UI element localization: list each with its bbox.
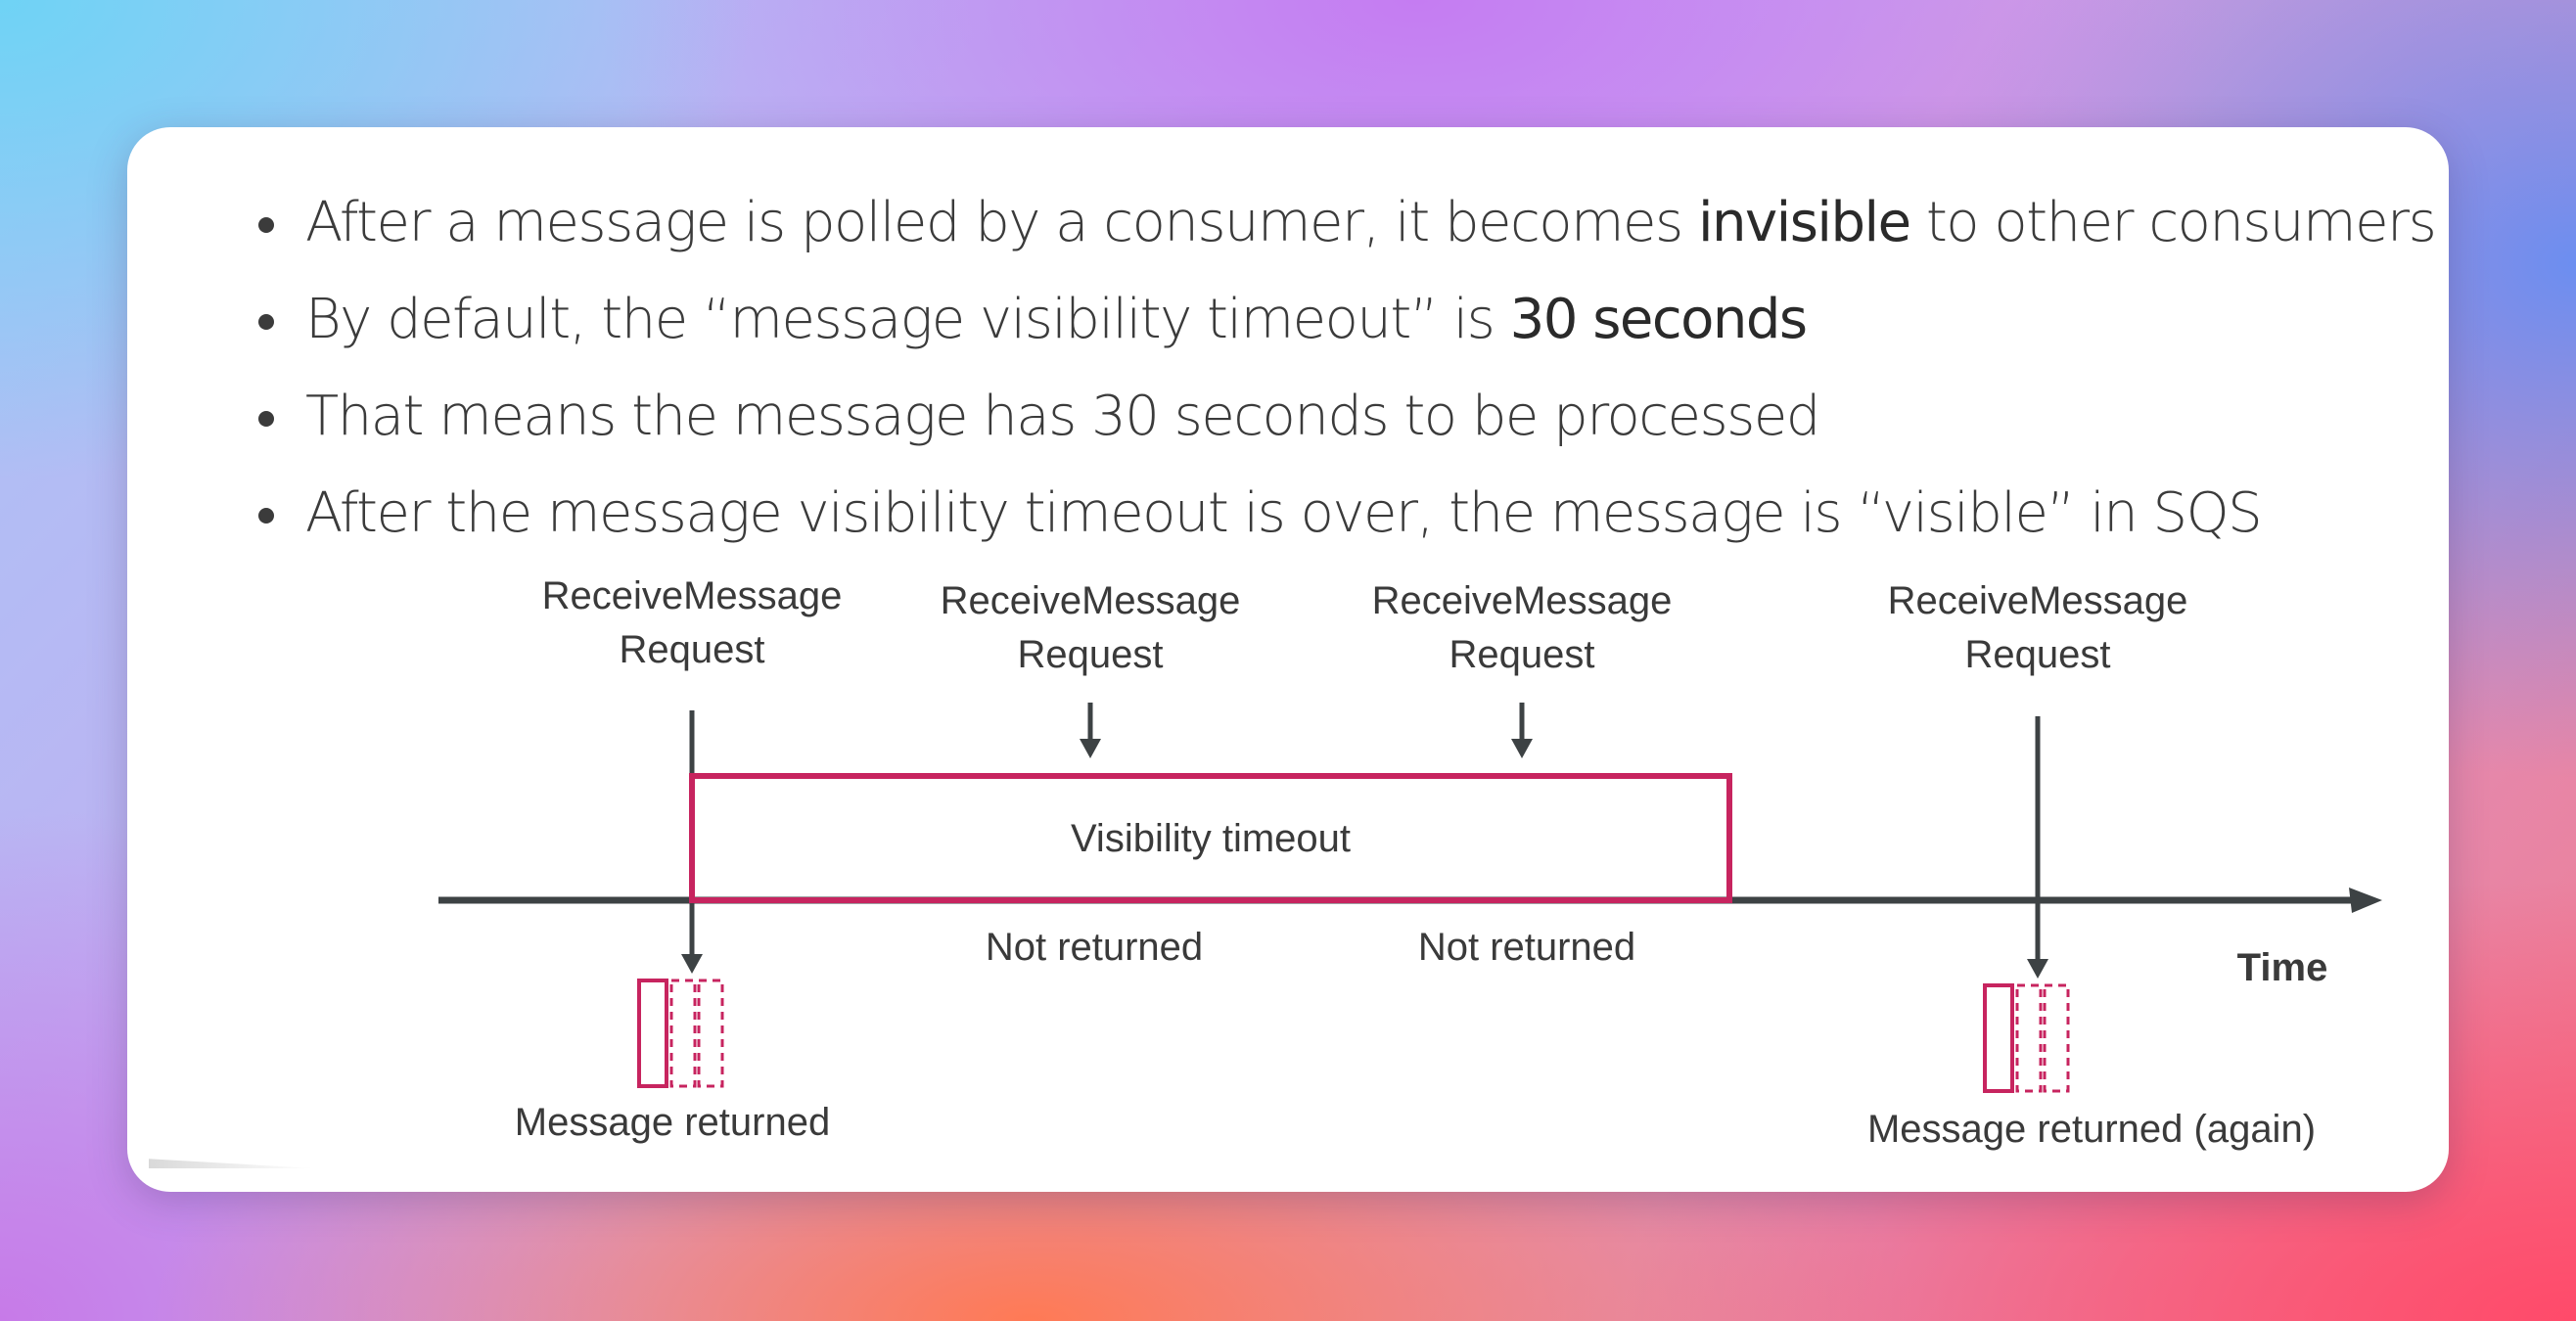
request-label: ReceiveMessage (1888, 579, 2188, 622)
request-label: Request (1018, 633, 1164, 676)
request-label: Request (620, 628, 765, 671)
slide-card: After a message is polled by a consumer,… (127, 127, 2449, 1192)
arrow-head-icon (1511, 739, 1533, 758)
request-label: ReceiveMessage (941, 579, 1241, 622)
message-queue-icon (1983, 983, 2070, 1093)
message-returned-again-label: Message returned (again) (1867, 1108, 2316, 1151)
request-label: Request (1965, 633, 2111, 676)
request-label: ReceiveMessage (1372, 579, 1673, 622)
time-axis-label: Time (2237, 946, 2328, 989)
axis-arrow-icon (2349, 888, 2382, 913)
message-queue-icon (637, 979, 724, 1088)
arrow-head-icon (681, 954, 703, 974)
request-label: ReceiveMessage (542, 574, 843, 617)
request-label: Request (1449, 633, 1595, 676)
arrow-head-icon (2027, 959, 2048, 979)
message-returned-label: Message returned (515, 1101, 830, 1144)
visibility-timeout-diagram: ReceiveMessage Request ReceiveMessage Re… (438, 574, 2382, 1151)
not-returned-label: Not returned (1418, 926, 1635, 969)
arrow-head-icon (1080, 739, 1101, 758)
visibility-timeout-label: Visibility timeout (1071, 817, 1351, 860)
not-returned-label: Not returned (986, 926, 1203, 969)
